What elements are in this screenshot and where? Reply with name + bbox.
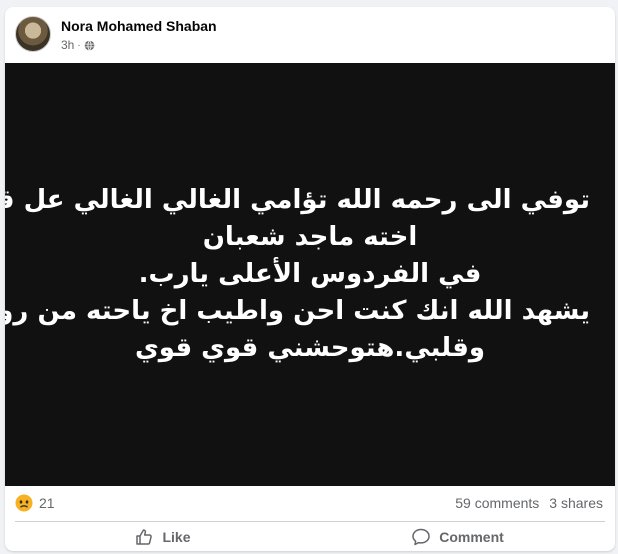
like-button[interactable]: Like	[15, 522, 310, 551]
post-text-line: في الفردوس الأعلى يارب.	[138, 259, 482, 289]
comments-count[interactable]: 59 comments	[455, 495, 539, 511]
post-text-line: وقلبي.هتوحشني قوي قوي	[134, 333, 486, 363]
reaction-count: 21	[39, 495, 55, 511]
sad-face-icon	[15, 494, 33, 512]
shares-count[interactable]: 3 shares	[549, 495, 603, 511]
post-meta: 3h ·	[61, 38, 95, 52]
globe-icon[interactable]	[84, 39, 95, 51]
author-avatar[interactable]	[15, 16, 51, 52]
post-time[interactable]: 3h	[61, 38, 74, 52]
post-header: Nora Mohamed Shaban 3h ·	[15, 16, 605, 56]
engagement-counts: 59 comments 3 shares	[455, 495, 603, 511]
speech-bubble-icon	[412, 528, 430, 546]
post-text-line: توفي الى رحمه الله تؤامي الغالي الغالي ع…	[5, 185, 590, 215]
thumbs-up-icon	[136, 529, 153, 545]
post-card: Nora Mohamed Shaban 3h · توفي الى رحمه ا…	[5, 7, 615, 551]
reactions-summary[interactable]: 21	[15, 494, 55, 512]
comment-label: Comment	[439, 529, 504, 545]
post-image-text: توفي الى رحمه الله تؤامي الغالي الغالي ع…	[5, 182, 590, 367]
post-stats: 21 59 comments 3 shares	[5, 486, 615, 520]
post-actions: Like Comment	[15, 522, 605, 551]
meta-separator: ·	[77, 39, 81, 51]
post-text-line: يشهد الله انك كنت احن واطيب اخ ياحته من …	[5, 296, 590, 326]
author-name[interactable]: Nora Mohamed Shaban	[61, 18, 217, 34]
post-image[interactable]: توفي الى رحمه الله تؤامي الغالي الغالي ع…	[5, 63, 615, 486]
post-text-line: اخته ماجد شعبان	[202, 222, 418, 252]
comment-button[interactable]: Comment	[310, 522, 605, 551]
like-label: Like	[162, 529, 191, 545]
